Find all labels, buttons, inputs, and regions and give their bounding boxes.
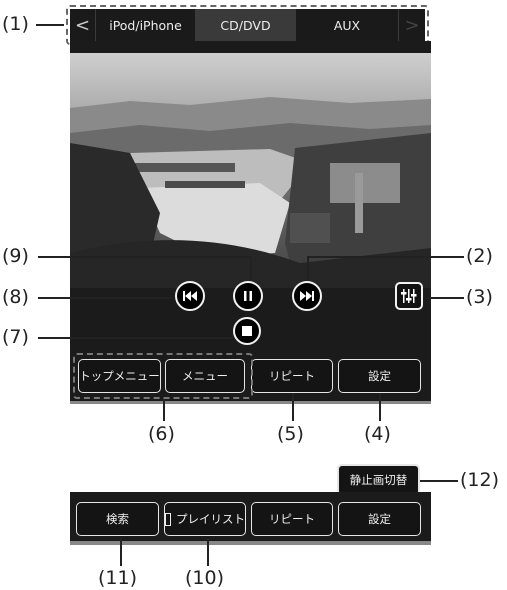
callout-12: (12) — [460, 469, 500, 491]
video-player-screen: トップメニュー メニュー リピート 設定 — [70, 41, 431, 401]
callout-3-line — [428, 297, 464, 299]
tab-scroll-right-button[interactable]: > — [399, 9, 425, 41]
tab-aux[interactable]: AUX — [296, 9, 399, 41]
callout-8: (8) — [2, 286, 29, 308]
callout-6: (6) — [148, 423, 175, 445]
next-track-button[interactable] — [292, 281, 322, 311]
stop-icon — [242, 326, 252, 336]
callout-5-line — [292, 393, 294, 421]
callout-10: (10) — [185, 567, 225, 589]
tab-scroll-left-button[interactable]: < — [70, 9, 96, 41]
callout-9-line — [38, 256, 251, 258]
callout-3: (3) — [466, 286, 493, 308]
skip-previous-icon — [183, 291, 197, 301]
bottom-button-bar: 検索 プレイリスト リピート 設定 — [70, 492, 431, 541]
callout-7-line — [38, 337, 233, 339]
callout-1-line — [36, 24, 64, 26]
callout-2: (2) — [466, 245, 493, 267]
callout-2-line — [307, 256, 464, 258]
pause-icon — [244, 291, 252, 301]
callout-9-drop — [250, 256, 252, 280]
search-button[interactable]: 検索 — [76, 502, 159, 536]
callout-10-line — [207, 538, 209, 566]
repeat-button-bottom[interactable]: リピート — [251, 502, 333, 536]
previous-track-button[interactable] — [175, 281, 205, 311]
callout-1: (1) — [2, 13, 29, 35]
callout-12-line — [420, 480, 458, 482]
callout-5: (5) — [277, 423, 304, 445]
callout-2-drop — [307, 256, 309, 280]
tab-ipod-iphone[interactable]: iPod/iPhone — [96, 9, 196, 41]
screen-bottom-edge — [70, 401, 431, 404]
callout-11: (11) — [98, 567, 138, 589]
sound-settings-icon — [401, 289, 417, 303]
skip-next-icon — [300, 291, 314, 301]
callout-11-line — [120, 538, 122, 566]
callout-4-line — [379, 393, 381, 421]
callout-9: (9) — [2, 245, 29, 267]
menu-buttons-highlight — [73, 353, 253, 399]
callout-7: (7) — [2, 326, 29, 348]
stop-button[interactable] — [233, 317, 261, 345]
playlist-label: プレイリスト — [176, 512, 245, 526]
repeat-button[interactable]: リピート — [251, 359, 333, 393]
playlist-checkbox[interactable] — [165, 512, 171, 526]
tab-cd-dvd[interactable]: CD/DVD — [196, 9, 296, 41]
settings-button[interactable]: 設定 — [338, 359, 421, 393]
callout-4: (4) — [364, 423, 391, 445]
pause-button[interactable] — [233, 281, 263, 311]
sound-settings-button[interactable] — [395, 282, 423, 310]
bottom-bar-edge — [70, 541, 431, 545]
callout-8-line — [38, 297, 173, 299]
playlist-button[interactable]: プレイリスト — [164, 502, 246, 536]
source-tab-bar: < iPod/iPhone CD/DVD AUX > — [70, 9, 425, 41]
callout-6-line — [163, 399, 165, 421]
settings-button-bottom[interactable]: 設定 — [338, 502, 421, 536]
